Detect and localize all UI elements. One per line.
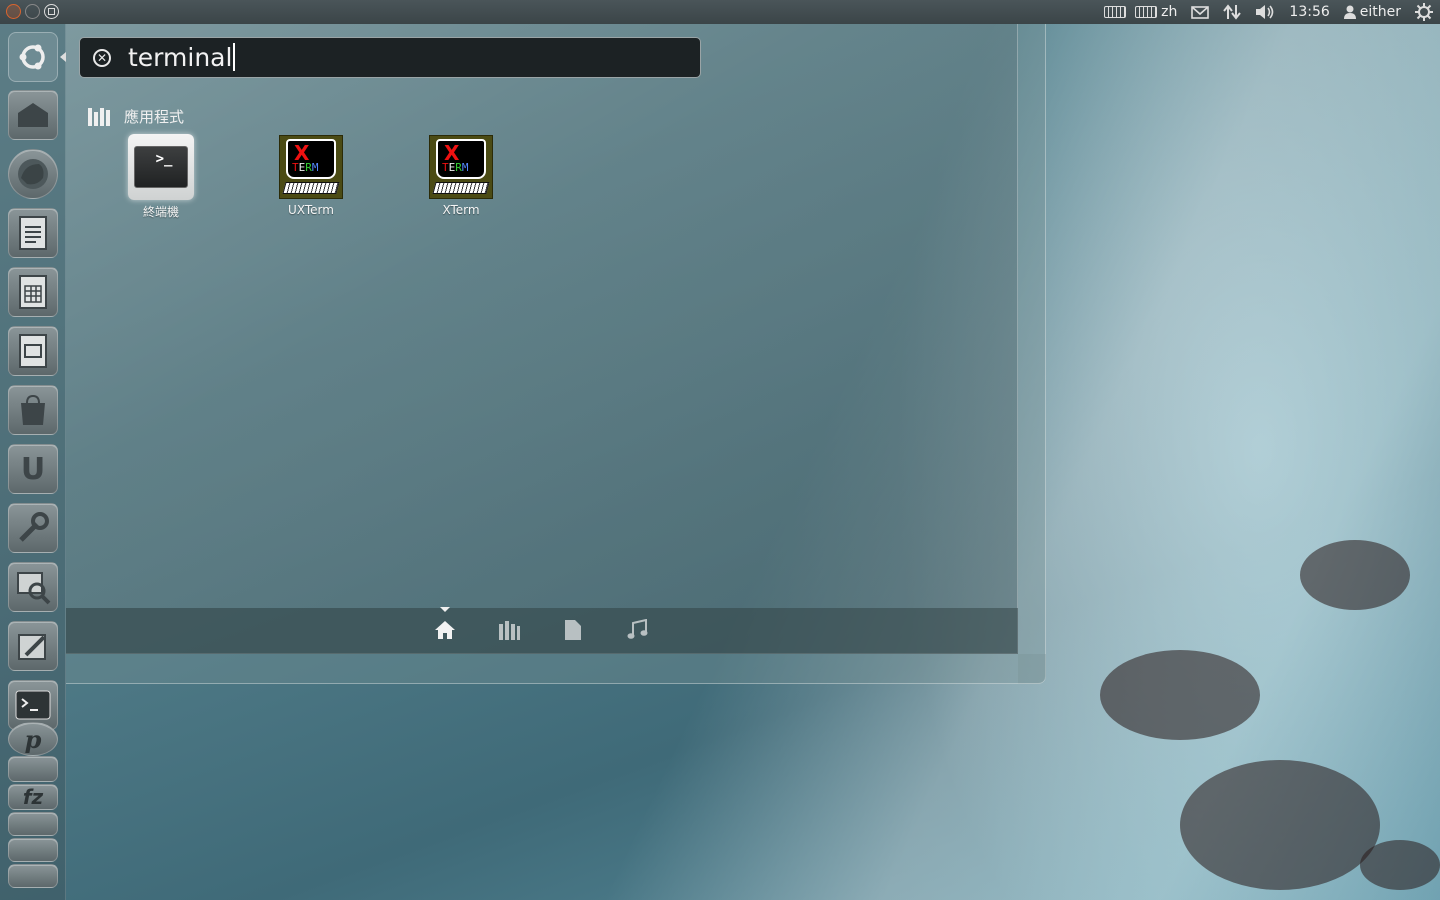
impress-icon — [19, 334, 47, 368]
launcher-software-center[interactable] — [8, 385, 58, 435]
system-settings-icon — [19, 512, 49, 542]
text-caret — [233, 43, 235, 71]
launcher-firefox[interactable] — [8, 149, 58, 199]
app-label: XTerm — [442, 203, 480, 217]
power-gear-icon — [1415, 3, 1433, 21]
wallpaper-rock — [1360, 840, 1440, 890]
ubuntu-logo-icon — [19, 44, 45, 70]
search-input[interactable]: terminal — [128, 43, 235, 72]
dash-home-button[interactable] — [8, 32, 58, 82]
envelope-icon — [1191, 5, 1210, 19]
launcher-text-editor[interactable] — [8, 621, 58, 671]
home-lens-icon — [435, 621, 455, 639]
dash-glow — [66, 24, 1018, 608]
software-center-icon — [21, 394, 45, 425]
dash-frame-edge — [66, 654, 1046, 684]
active-lens-indicator — [440, 607, 450, 612]
close-window-button[interactable] — [6, 4, 21, 19]
writer-icon — [19, 216, 47, 250]
clock-indicator[interactable]: 13:56 — [1282, 0, 1336, 24]
network-arrows-icon — [1223, 4, 1242, 20]
calc-icon — [19, 275, 47, 309]
uxterm-app-icon: X TERM — [277, 133, 345, 201]
app-label: UXTerm — [288, 203, 334, 217]
pidgin-icon: p — [24, 724, 42, 754]
launcher-trash[interactable] — [8, 864, 58, 888]
applications-category-header[interactable]: 應用程式 — [88, 106, 184, 127]
search-query: terminal — [128, 43, 233, 72]
launcher-calc[interactable] — [8, 267, 58, 317]
lens-home[interactable] — [433, 618, 457, 642]
lens-music[interactable] — [625, 618, 649, 642]
firefox-icon — [18, 159, 48, 189]
maximize-icon — [48, 8, 55, 15]
dash-search-bar[interactable]: ✕ terminal — [79, 37, 701, 78]
speaker-icon — [1256, 5, 1274, 19]
lens-applications[interactable] — [497, 618, 521, 642]
launcher-pidgin[interactable]: p — [8, 722, 58, 756]
minimize-window-button[interactable] — [25, 4, 40, 19]
top-panel: zh 13:56 either — [0, 0, 1440, 24]
xterm-app-icon: X TERM — [427, 133, 495, 201]
clock-label: 13:56 — [1289, 4, 1330, 20]
launcher-stacked-item[interactable] — [8, 838, 58, 862]
user-name-label: either — [1359, 4, 1401, 20]
network-indicator[interactable] — [1216, 0, 1248, 24]
launcher-impress[interactable] — [8, 326, 58, 376]
lens-bar — [66, 608, 1018, 654]
wallpaper-rock — [1300, 540, 1410, 610]
window-controls — [6, 4, 59, 19]
launcher-ubuntu-one[interactable]: U — [8, 444, 58, 494]
terminal-icon — [15, 690, 51, 720]
category-label: 應用程式 — [124, 108, 185, 126]
home-folder-icon — [18, 103, 48, 127]
launcher-filezilla[interactable]: fz — [8, 784, 58, 810]
launcher-home-folder[interactable] — [8, 90, 58, 140]
session-indicator[interactable] — [1408, 0, 1440, 24]
image-viewer-icon — [17, 572, 51, 605]
launcher-writer[interactable] — [8, 208, 58, 258]
applications-lens-icon — [499, 621, 520, 640]
sound-indicator[interactable] — [1248, 0, 1282, 24]
app-result-terminal[interactable]: >_ 終端機 — [111, 133, 211, 220]
messaging-indicator[interactable] — [1184, 0, 1216, 24]
keyboard-icon — [1135, 6, 1158, 18]
dash-frame-edge — [1018, 24, 1046, 684]
lens-files[interactable] — [561, 618, 585, 642]
maximize-window-button[interactable] — [44, 4, 59, 19]
applications-category-icon — [88, 107, 110, 126]
indicator-area: zh 13:56 either — [1097, 0, 1440, 24]
launcher-image-viewer[interactable] — [8, 562, 58, 612]
user-indicator[interactable]: either — [1337, 0, 1408, 24]
app-result-uxterm[interactable]: X TERM UXTerm — [261, 133, 361, 217]
terminal-app-icon: >_ — [127, 133, 195, 201]
launcher-stacked-item[interactable] — [8, 812, 58, 836]
files-lens-icon — [565, 620, 581, 640]
app-result-xterm[interactable]: X TERM XTerm — [411, 133, 511, 217]
ubuntu-one-icon: U — [20, 451, 46, 487]
input-language-label: zh — [1161, 4, 1178, 20]
keyboard-indicator[interactable] — [1097, 0, 1133, 24]
user-icon — [1343, 5, 1356, 19]
app-label: 終端機 — [142, 205, 179, 219]
input-method-indicator[interactable]: zh — [1133, 0, 1184, 24]
music-lens-icon — [627, 619, 648, 639]
clear-search-icon[interactable]: ✕ — [93, 49, 111, 67]
filezilla-icon: fz — [22, 785, 44, 809]
wallpaper-rock — [1180, 760, 1380, 890]
wallpaper-rock — [1100, 650, 1260, 740]
keyboard-icon — [1104, 6, 1127, 18]
launcher-system-settings[interactable] — [8, 503, 58, 553]
text-editor-icon — [18, 634, 46, 660]
launcher-workspace-switcher[interactable] — [8, 756, 58, 782]
